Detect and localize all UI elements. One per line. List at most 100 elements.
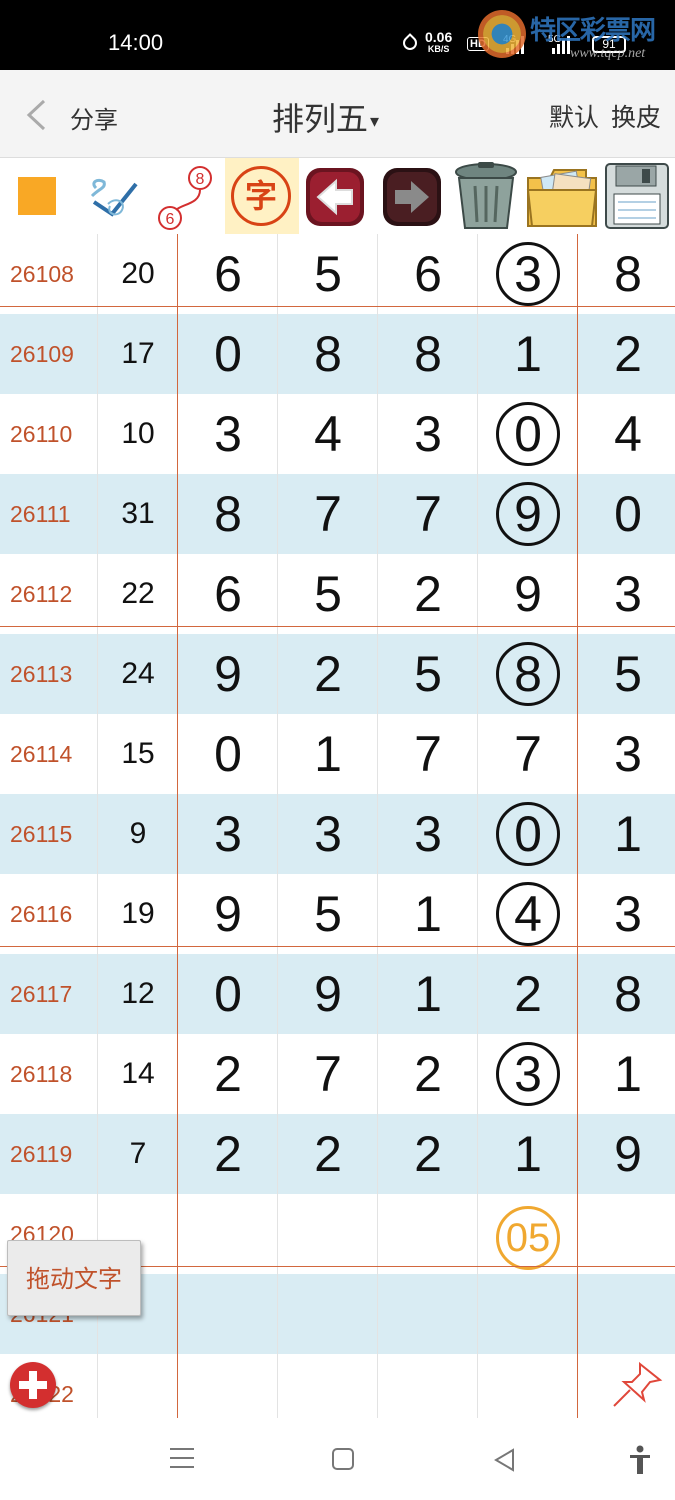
digit-cell-pos4[interactable]: 3: [478, 1034, 578, 1114]
digit-cell-pos4[interactable]: 0: [478, 794, 578, 874]
table-row[interactable]: 26116 19 9 5 1 4 3: [0, 874, 675, 954]
accessibility-icon[interactable]: [628, 1445, 652, 1475]
digit-cell-pos2[interactable]: 5: [278, 234, 378, 314]
digit-cell-pos4[interactable]: 1: [478, 1114, 578, 1194]
table-row[interactable]: 26114 15 0 1 7 7 3: [0, 714, 675, 794]
digit-cell-pos5[interactable]: 1: [578, 1034, 675, 1114]
digit-cell-pos2[interactable]: [278, 1194, 378, 1274]
digit-cell-pos2[interactable]: 2: [278, 634, 378, 714]
folder-icon[interactable]: [524, 160, 600, 232]
digit-cell-pos2[interactable]: 3: [278, 794, 378, 874]
digit-cell-pos1[interactable]: 6: [178, 234, 278, 314]
digit-cell-pos3[interactable]: 7: [378, 474, 478, 554]
undo-arrow-left-icon[interactable]: [304, 166, 366, 228]
plus-icon[interactable]: [10, 1362, 56, 1408]
digit-cell-pos1[interactable]: 0: [178, 714, 278, 794]
digit-cell-pos5[interactable]: 3: [578, 554, 675, 634]
digit-cell-pos1[interactable]: 6: [178, 554, 278, 634]
save-disk-icon[interactable]: [602, 160, 672, 232]
pin-icon[interactable]: [610, 1360, 664, 1410]
digit-cell-pos1[interactable]: [178, 1274, 278, 1354]
share-button[interactable]: 分享: [70, 100, 118, 135]
digit-cell-pos4[interactable]: 7: [478, 714, 578, 794]
digit-cell-pos1[interactable]: 2: [178, 1114, 278, 1194]
digit-cell-pos3[interactable]: 5: [378, 634, 478, 714]
digit-cell-pos1[interactable]: [178, 1194, 278, 1274]
drag-text-button[interactable]: 拖动文字: [7, 1240, 141, 1316]
table-row[interactable]: 26108 20 6 5 6 3 8: [0, 234, 675, 314]
digit-cell-pos2[interactable]: 5: [278, 554, 378, 634]
digit-cell-pos3[interactable]: 2: [378, 1034, 478, 1114]
digit-cell-pos5[interactable]: 0: [578, 474, 675, 554]
digit-cell-pos3[interactable]: 1: [378, 954, 478, 1034]
table-row[interactable]: 26110 10 3 4 3 0 4: [0, 394, 675, 474]
table-row[interactable]: 26118 14 2 7 2 3 1: [0, 1034, 675, 1114]
digit-cell-pos1[interactable]: 9: [178, 874, 278, 954]
digit-cell-pos5[interactable]: 5: [578, 634, 675, 714]
digit-cell-pos5[interactable]: 2: [578, 314, 675, 394]
digit-cell-pos5[interactable]: 8: [578, 234, 675, 314]
digit-cell-pos2[interactable]: [278, 1274, 378, 1354]
digit-cell-pos2[interactable]: 7: [278, 1034, 378, 1114]
digit-cell-pos2[interactable]: 1: [278, 714, 378, 794]
digit-cell-pos4[interactable]: 2: [478, 954, 578, 1034]
menu-icon[interactable]: [170, 1448, 194, 1470]
back-icon[interactable]: [493, 1448, 515, 1472]
digit-cell-pos4[interactable]: 4: [478, 874, 578, 954]
table-row[interactable]: 26117 12 0 9 1 2 8: [0, 954, 675, 1034]
digit-cell-pos4[interactable]: 1: [478, 314, 578, 394]
digit-cell-pos3[interactable]: 8: [378, 314, 478, 394]
home-icon[interactable]: [332, 1448, 354, 1470]
digit-cell-pos3[interactable]: [378, 1194, 478, 1274]
digit-cell-pos5[interactable]: [578, 1194, 675, 1274]
digit-cell-pos4[interactable]: 0: [478, 394, 578, 474]
chevron-left-icon[interactable]: [24, 98, 50, 132]
digit-cell-pos2[interactable]: 8: [278, 314, 378, 394]
orange-square-icon[interactable]: [18, 177, 56, 215]
digit-cell-pos3[interactable]: 1: [378, 874, 478, 954]
table-row[interactable]: 26112 22 6 5 2 9 3: [0, 554, 675, 634]
digit-cell-pos3[interactable]: 6: [378, 234, 478, 314]
table-row[interactable]: 26115 9 3 3 3 0 1: [0, 794, 675, 874]
digit-cell-pos4[interactable]: 3: [478, 234, 578, 314]
digit-cell-pos3[interactable]: 7: [378, 714, 478, 794]
digit-cell-pos1[interactable]: 8: [178, 474, 278, 554]
digit-cell-pos4[interactable]: 9: [478, 474, 578, 554]
digit-cell-pos3[interactable]: 2: [378, 1114, 478, 1194]
table-row[interactable]: 26119 7 2 2 2 1 9: [0, 1114, 675, 1194]
digit-cell-pos3[interactable]: 3: [378, 794, 478, 874]
digit-cell-pos5[interactable]: 3: [578, 874, 675, 954]
table-row[interactable]: 26111 31 8 7 7 9 0: [0, 474, 675, 554]
digit-cell-pos1[interactable]: 3: [178, 794, 278, 874]
trash-icon[interactable]: [451, 160, 521, 232]
digit-cell-pos3[interactable]: 3: [378, 394, 478, 474]
lottery-type-dropdown[interactable]: 排列五 ▾: [272, 94, 379, 140]
digit-cell-pos4[interactable]: 9: [478, 554, 578, 634]
digit-cell-pos3[interactable]: 2: [378, 554, 478, 634]
checkmark-scribble-icon[interactable]: [86, 166, 148, 230]
connect-line-icon[interactable]: 8 6: [152, 164, 222, 232]
digit-cell-pos1[interactable]: 3: [178, 394, 278, 474]
digit-cell-pos3[interactable]: [378, 1274, 478, 1354]
digit-cell-pos1[interactable]: 9: [178, 634, 278, 714]
digit-cell-pos2[interactable]: 4: [278, 394, 378, 474]
redo-arrow-right-icon[interactable]: [381, 166, 443, 228]
digit-cell-pos1[interactable]: 0: [178, 314, 278, 394]
digit-cell-pos5[interactable]: 3: [578, 714, 675, 794]
digit-cell-pos2[interactable]: 5: [278, 874, 378, 954]
digit-cell-pos1[interactable]: 2: [178, 1034, 278, 1114]
digit-cell-pos2[interactable]: 2: [278, 1114, 378, 1194]
digit-cell-pos2[interactable]: 9: [278, 954, 378, 1034]
default-button[interactable]: 默认: [549, 98, 599, 134]
digit-cell-pos2[interactable]: 7: [278, 474, 378, 554]
digit-cell-pos5[interactable]: 4: [578, 394, 675, 474]
digit-cell-pos4[interactable]: 05: [478, 1194, 578, 1274]
change-skin-button[interactable]: 换皮: [611, 98, 661, 134]
digit-cell-pos5[interactable]: 8: [578, 954, 675, 1034]
table-row[interactable]: 26113 24 9 2 5 8 5: [0, 634, 675, 714]
digit-cell-pos1[interactable]: 0: [178, 954, 278, 1034]
digit-cell-pos5[interactable]: 1: [578, 794, 675, 874]
digit-cell-pos4[interactable]: 8: [478, 634, 578, 714]
digit-cell-pos4[interactable]: [478, 1274, 578, 1354]
text-tool-button[interactable]: 字: [225, 158, 299, 234]
